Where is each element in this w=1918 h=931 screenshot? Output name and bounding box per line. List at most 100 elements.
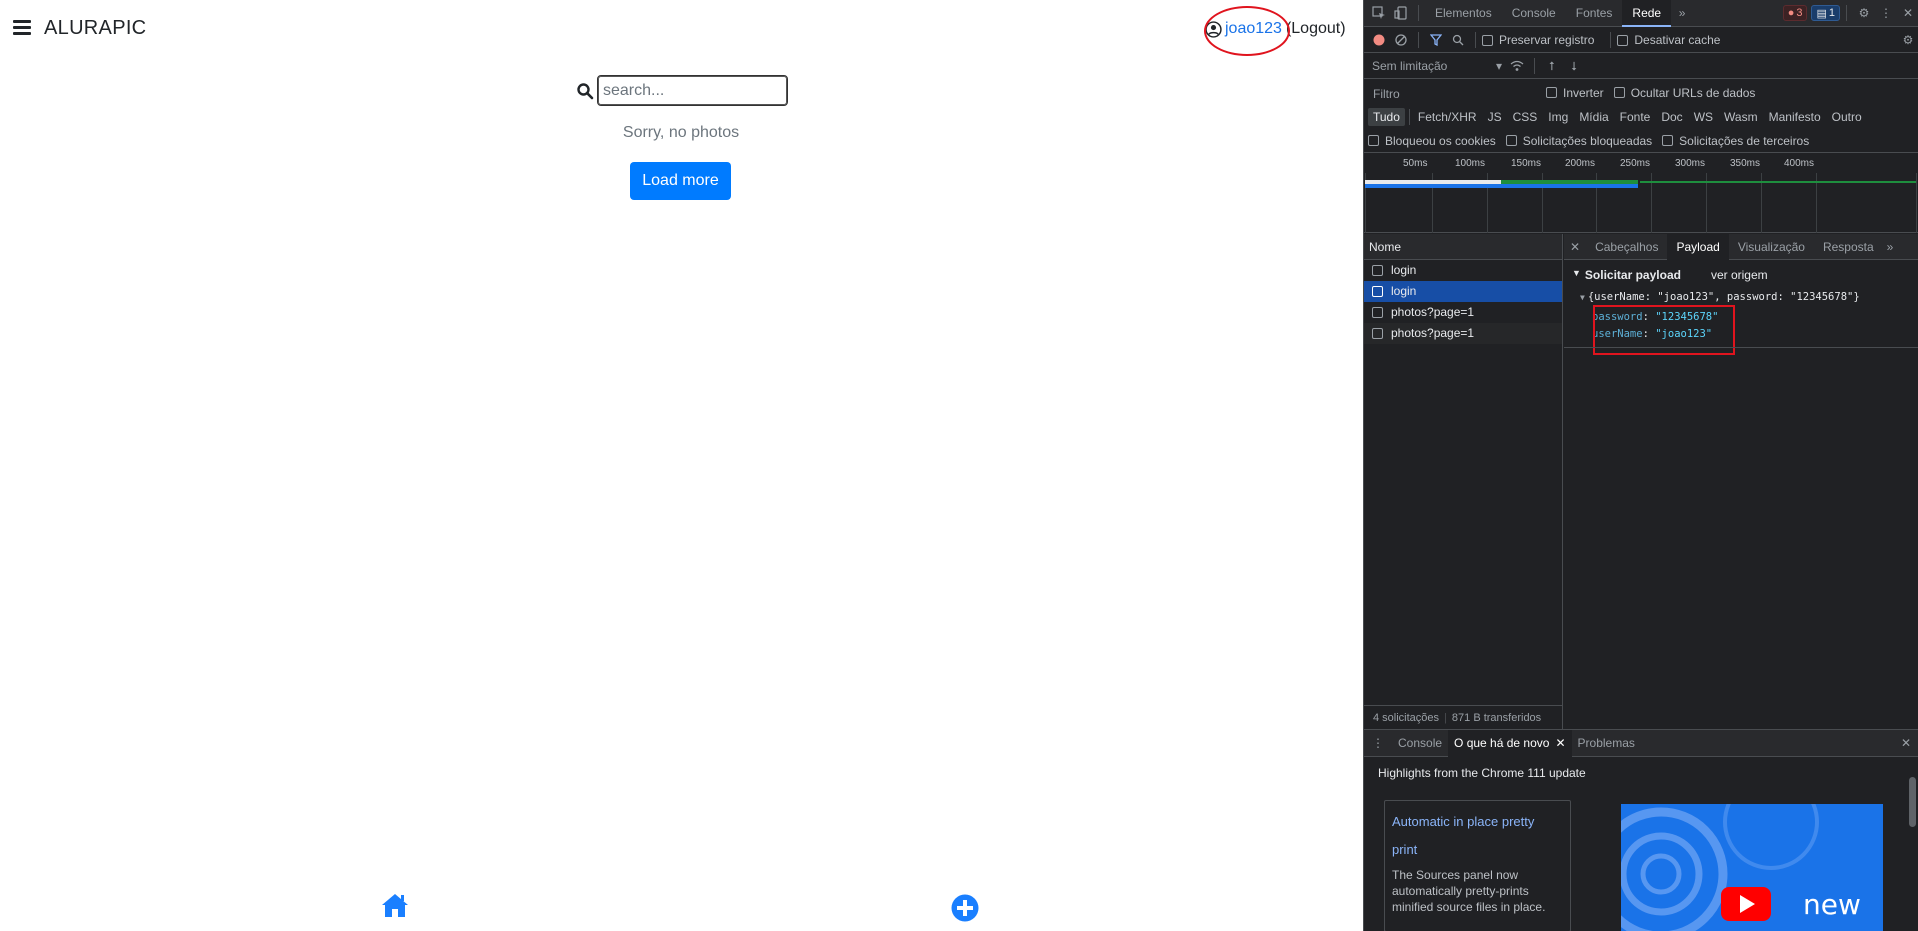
close-icon[interactable]: ✕ [1897, 2, 1918, 24]
request-row[interactable]: login [1364, 260, 1562, 281]
clear-icon[interactable] [1390, 29, 1412, 51]
tab-elementos[interactable]: Elementos [1425, 0, 1502, 27]
hide-data-urls-label: Ocultar URLs de dados [1630, 85, 1756, 100]
transferred-size: 871 B transferidos [1451, 712, 1542, 724]
preserve-log-checkbox[interactable]: Preservar registro [1482, 33, 1594, 47]
home-icon[interactable] [381, 892, 409, 918]
network-conditions-icon[interactable] [1506, 55, 1528, 77]
type-filter-media[interactable]: Mídia [1574, 108, 1613, 126]
drawer-scrollbar[interactable] [1906, 757, 1918, 931]
load-more-button[interactable]: Load more [630, 162, 731, 200]
blocked-requests-checkbox[interactable]: Solicitações bloqueadas [1505, 133, 1653, 148]
type-filter-other[interactable]: Outro [1827, 108, 1867, 126]
type-filter-font[interactable]: Fonte [1615, 108, 1656, 126]
error-badge[interactable]: ● 3 [1782, 5, 1808, 21]
invert-checkbox[interactable]: Inverter [1546, 86, 1604, 100]
message-badge[interactable]: ▤ 1 [1811, 5, 1840, 21]
type-filter-manifest[interactable]: Manifesto [1764, 108, 1826, 126]
brand-logo[interactable]: ALURAPIC [44, 17, 146, 40]
type-filter-doc[interactable]: Doc [1656, 108, 1687, 126]
drawer-menu-icon[interactable]: ⋮ [1364, 730, 1392, 757]
user-link[interactable]: joao123 [1225, 20, 1282, 38]
hide-data-urls-checkbox[interactable]: Ocultar URLs de dados [1613, 85, 1756, 100]
console-drawer: ⋮ Console O que há de novo ✕ Problemas ✕ … [1364, 729, 1918, 931]
timeline-bar [1640, 181, 1916, 183]
resource-type-filters: Tudo Fetch/XHR JS CSS Img Mídia Fonte Do… [1364, 104, 1918, 129]
network-settings-icon[interactable]: ⚙ [1897, 29, 1918, 51]
logout-link[interactable]: (Logout) [1286, 20, 1346, 38]
request-row[interactable]: photos?page=1 [1364, 323, 1562, 344]
timeline-tick: 200ms [1565, 158, 1596, 169]
preserve-log-label: Preservar registro [1499, 33, 1595, 47]
more-tabs-icon[interactable]: » [1671, 2, 1693, 24]
drawer-tab-problems[interactable]: Problemas [1572, 730, 1641, 757]
network-overview-timeline[interactable]: 50ms 100ms 150ms 200ms 250ms 300ms 350ms… [1364, 153, 1918, 233]
settings-icon[interactable]: ⚙ [1853, 2, 1875, 24]
type-filter-fetch[interactable]: Fetch/XHR [1413, 108, 1482, 126]
tab-console[interactable]: Console [1502, 0, 1566, 27]
video-thumbnail[interactable]: new [1621, 804, 1883, 931]
view-source-link[interactable]: ver origem [1711, 268, 1768, 282]
more-options-icon[interactable]: ⋮ [1875, 2, 1897, 24]
type-filter-js[interactable]: JS [1483, 108, 1507, 126]
tab-preview[interactable]: Visualização [1729, 234, 1814, 260]
tab-rede[interactable]: Rede [1622, 0, 1672, 27]
feature-card[interactable]: Automatic in place pretty print The Sour… [1384, 800, 1571, 931]
payload-summary[interactable]: ▼ {userName: "joao123", password: "123456… [1580, 291, 1860, 303]
close-drawer-icon[interactable]: ✕ [1893, 730, 1918, 757]
timeline-tick: 300ms [1675, 158, 1706, 169]
device-toolbar-icon[interactable] [1390, 2, 1412, 24]
app-header: ALURAPIC joao123 (Logout) [0, 0, 1363, 56]
menu-icon[interactable] [13, 20, 31, 36]
timeline-tick: 350ms [1730, 158, 1761, 169]
export-har-icon[interactable]: ⭣ [1563, 55, 1585, 77]
close-tab-icon[interactable]: ✕ [1555, 730, 1565, 757]
drawer-tab-whats-new[interactable]: O que há de novo ✕ [1448, 729, 1572, 757]
tab-payload[interactable]: Payload [1667, 233, 1729, 260]
tab-response[interactable]: Resposta [1814, 234, 1883, 260]
chevron-down-icon: ▾ [1495, 59, 1502, 73]
payload-section-header[interactable]: ▼ Solicitar payload ver origem [1572, 268, 1768, 282]
request-row[interactable]: photos?page=1 [1364, 302, 1562, 323]
inspect-element-icon[interactable] [1368, 2, 1390, 24]
scrollbar-thumb[interactable] [1909, 777, 1916, 827]
drawer-tab-whats-new-label: O que há de novo [1454, 735, 1550, 750]
request-name: photos?page=1 [1391, 305, 1475, 319]
blocked-filters-row: Bloqueou os cookies Solicitações bloquea… [1364, 129, 1918, 153]
import-har-icon[interactable]: ⭡ [1541, 55, 1563, 77]
detail-tabbar: ✕ Cabeçalhos Payload Visualização Respos… [1564, 233, 1918, 260]
third-party-checkbox[interactable]: Solicitações de terceiros [1662, 134, 1809, 148]
request-row[interactable]: login [1364, 281, 1562, 302]
request-count: 4 solicitações [1373, 712, 1440, 724]
filter-icon[interactable] [1425, 29, 1447, 51]
disable-cache-checkbox[interactable]: Desativar cache [1617, 33, 1720, 47]
search-network-icon[interactable] [1447, 29, 1469, 51]
tab-fontes[interactable]: Fontes [1566, 0, 1623, 27]
timeline-bar [1365, 184, 1501, 188]
record-icon[interactable] [1368, 29, 1390, 51]
tab-headers[interactable]: Cabeçalhos [1586, 234, 1667, 260]
feature-card-body: The Sources panel now automatically pret… [1392, 868, 1546, 914]
more-detail-tabs-icon[interactable]: » [1883, 234, 1898, 260]
third-party-label: Solicitações de terceiros [1679, 133, 1810, 148]
type-filter-css[interactable]: CSS [1508, 108, 1543, 126]
request-list-header[interactable]: Nome [1364, 234, 1562, 260]
type-filter-img[interactable]: Img [1543, 108, 1573, 126]
request-name: photos?page=1 [1391, 326, 1475, 340]
blocked-cookies-checkbox[interactable]: Bloqueou os cookies [1368, 134, 1496, 148]
search-icon [577, 82, 594, 99]
throttle-select[interactable]: Sem limitação ▾ [1372, 59, 1502, 73]
add-photo-icon[interactable] [951, 894, 979, 922]
drawer-tab-console[interactable]: Console [1392, 730, 1448, 757]
video-caption: new [1803, 888, 1861, 921]
type-filter-all[interactable]: Tudo [1368, 107, 1405, 126]
blocked-requests-label: Solicitações bloqueadas [1522, 133, 1653, 148]
type-filter-wasm[interactable]: Wasm [1719, 108, 1763, 126]
filter-input[interactable]: Filtro [1368, 83, 1534, 102]
request-list: Nome login login photos?page=1 photos?pa… [1364, 234, 1563, 729]
search-input[interactable] [597, 75, 788, 106]
close-detail-icon[interactable]: ✕ [1564, 234, 1586, 260]
feature-card-title[interactable]: Automatic in place pretty print [1392, 808, 1563, 864]
user-circle-icon [1205, 20, 1222, 38]
type-filter-ws[interactable]: WS [1689, 108, 1718, 126]
